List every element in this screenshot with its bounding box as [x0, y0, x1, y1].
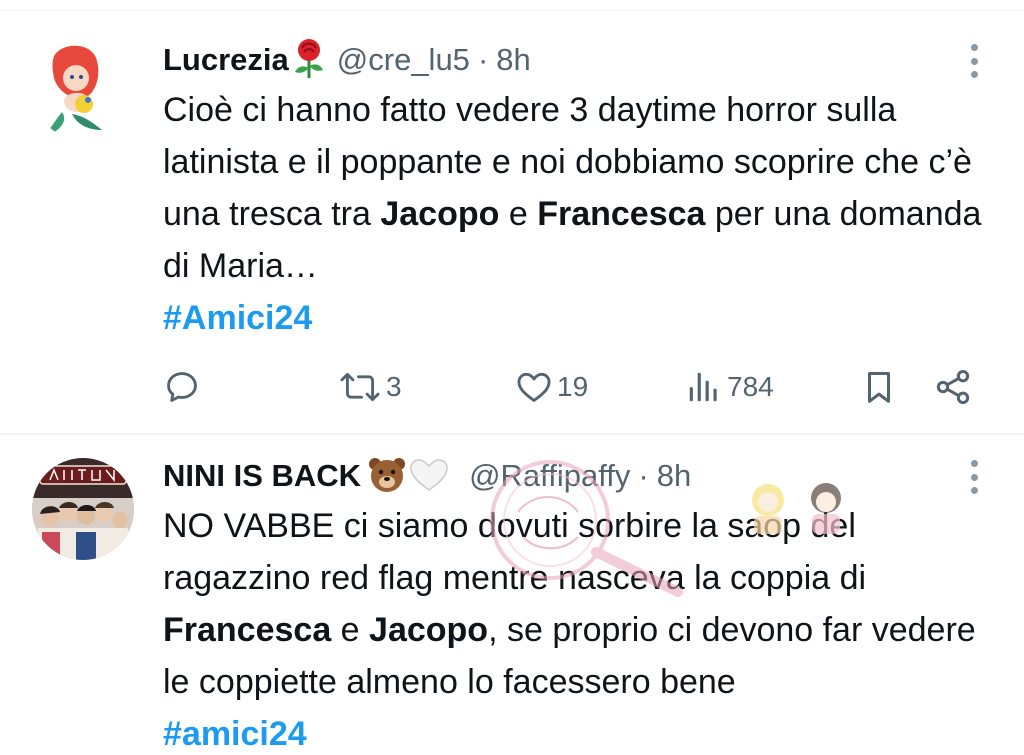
- tweet-actions: 3 19 784: [163, 362, 983, 412]
- separator-dot: ·: [638, 458, 649, 493]
- rose-icon: [293, 38, 325, 83]
- reply-button[interactable]: [163, 362, 205, 412]
- bookmark-button[interactable]: [860, 362, 898, 412]
- tweet-text-part: e: [331, 611, 370, 649]
- timestamp[interactable]: 8h: [657, 458, 691, 494]
- display-name[interactable]: NINI IS BACK: [163, 458, 361, 494]
- mention-francesca: Francesca: [163, 611, 332, 649]
- retweet-button[interactable]: 3: [338, 362, 402, 412]
- tweet-text: Cioè ci hanno fatto vedere 3 daytime hor…: [163, 84, 983, 344]
- tweet-header: NINI IS BACK @Raffipaffy · 8h: [163, 454, 691, 498]
- retweet-icon: [340, 373, 380, 401]
- bookmark-icon: [867, 372, 891, 403]
- tweet-text-part: e: [499, 195, 538, 233]
- avatar[interactable]: [32, 38, 134, 140]
- retweet-count: 3: [386, 371, 402, 402]
- more-options-icon[interactable]: [970, 460, 978, 494]
- views-count: 784: [727, 371, 774, 402]
- tweet-divider: [0, 433, 1024, 435]
- mention-jacopo: Jacopo: [369, 611, 489, 649]
- mention-jacopo: Jacopo: [380, 195, 500, 233]
- display-name[interactable]: Lucrezia: [163, 42, 289, 78]
- username-handle[interactable]: @Raffipaffy: [469, 458, 630, 494]
- tweet-2[interactable]: NINI IS BACK @Raffipaffy · 8h NO VABBE c…: [0, 436, 1024, 755]
- top-divider: [0, 10, 1024, 11]
- tweet-header: Lucrezia @cre_lu5 · 8h: [163, 38, 531, 82]
- decorative-stickers-icon: [752, 483, 841, 534]
- bear-and-white-heart-icon: [365, 454, 457, 499]
- views-chart-icon: [689, 372, 717, 402]
- share-icon: [936, 370, 970, 404]
- avatar[interactable]: [32, 458, 134, 560]
- like-count: 19: [557, 371, 589, 402]
- reply-icon: [167, 372, 197, 402]
- tweet-text: NO VABBE ci siamo dovuti sorbire la saop…: [163, 500, 983, 755]
- hashtag-link[interactable]: #amici24: [163, 708, 983, 755]
- username-handle[interactable]: @cre_lu5: [337, 42, 470, 78]
- heart-icon: [517, 372, 551, 402]
- timestamp[interactable]: 8h: [496, 42, 530, 78]
- mermaid-avatar-icon: [32, 38, 134, 140]
- separator-dot: ·: [477, 42, 489, 77]
- group-photo-avatar-icon: [32, 458, 134, 560]
- hashtag-link[interactable]: #Amici24: [163, 292, 983, 344]
- mention-francesca: Francesca: [537, 195, 706, 233]
- share-button[interactable]: [933, 362, 973, 412]
- more-options-icon[interactable]: [970, 44, 978, 78]
- tweet-1[interactable]: Lucrezia @cre_lu5 · 8h Cioè ci hanno fat…: [0, 20, 1024, 432]
- views-button[interactable]: 784: [685, 362, 774, 412]
- like-button[interactable]: 19: [515, 362, 588, 412]
